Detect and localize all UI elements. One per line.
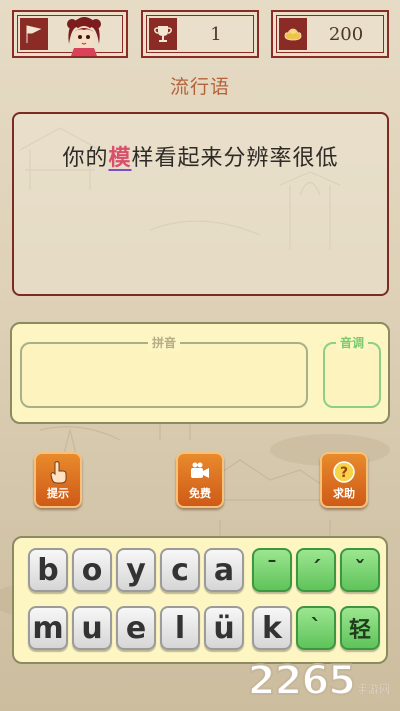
tone-second-key[interactable]: ˊ [296,548,336,592]
key-o[interactable]: o [72,548,112,592]
trophy-icon [154,26,172,42]
key-b[interactable]: b [28,548,68,592]
tone-first-key[interactable]: ˉ [252,548,292,592]
back-flag-icon [26,25,42,43]
coin-box: 200 [271,10,389,58]
corner-tab [20,18,48,50]
key-u-umlaut[interactable]: ü [204,606,244,650]
free-label: 免费 [189,487,211,500]
sentence-before: 你的 [62,146,109,171]
hint-label: 提示 [47,487,69,500]
key-l[interactable]: l [160,606,200,650]
key-k[interactable]: k [252,606,292,650]
coin-count: 200 [328,23,364,45]
letter-keyboard: b o y c a ˉ ˊ ˇ m u e l ü k ˋ 轻 [12,536,388,664]
pinyin-input-area[interactable]: 拼音 [20,334,308,408]
answer-panel: 拼音 音调 [10,322,390,424]
tone-neutral-key[interactable]: 轻 [340,606,380,650]
question-icon: ? [333,461,355,483]
level-number: 1 [210,23,222,45]
gold-ingot-icon [284,28,302,41]
pinyin-label: 拼音 [147,334,181,351]
hint-button[interactable]: 提示 [34,452,82,508]
player-avatar-box[interactable] [12,10,128,58]
sentence-after: 样看起来分辨率很低 [131,146,339,171]
site-watermark: 2265 手游网 [247,658,391,704]
key-a[interactable]: a [204,548,244,592]
watermark-text: 手游网 [357,683,391,697]
level-box: 1 [141,10,259,58]
corner-tab [279,18,307,50]
free-button[interactable]: 免费 [176,452,224,508]
help-button[interactable]: ? 求助 [320,452,368,508]
key-u[interactable]: u [72,606,112,650]
key-c[interactable]: c [160,548,200,592]
key-e[interactable]: e [116,606,156,650]
help-label: 求助 [333,487,355,500]
tone-label: 音调 [335,334,369,351]
avatar [67,17,101,56]
corner-tab [149,18,177,50]
key-y[interactable]: y [116,548,156,592]
tone-input-area[interactable]: 音调 [323,334,381,408]
svg-text:?: ? [340,465,348,481]
pointing-hand-icon [50,461,67,484]
tone-third-key[interactable]: ˇ [340,548,380,592]
video-camera-icon [191,462,209,478]
sentence-panel: 你的模样看起来分辨率很低 [12,112,389,296]
tone-fourth-key[interactable]: ˋ [296,606,336,650]
highlighted-character: 模 [108,145,132,171]
watermark-number: 2265 [247,658,357,704]
sentence-text: 你的模样看起来分辨率很低 [14,140,387,172]
category-title: 流行语 [169,76,230,98]
key-m[interactable]: m [28,606,68,650]
